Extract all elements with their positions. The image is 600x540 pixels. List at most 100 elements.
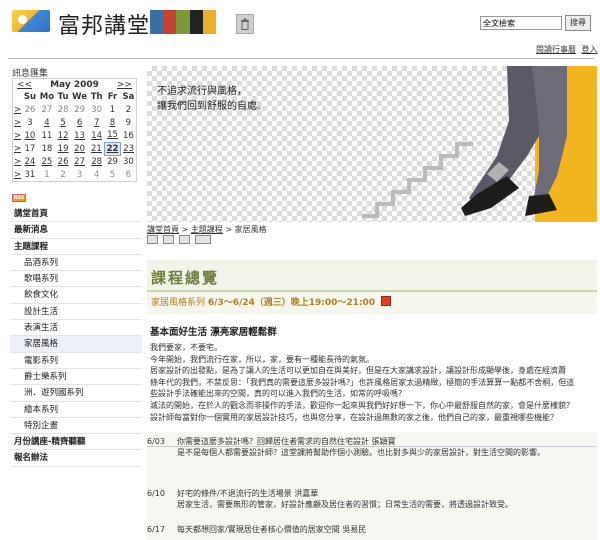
search-input[interactable] [480,16,562,30]
sidebar-item-10[interactable]: 爵士樂系列 [10,369,142,386]
calendar-week-link[interactable]: > [13,155,22,168]
calendar-widget: << May 2009 >> Su Mo Tu We Th Fr Sa >26 27 28 29 3… [12,78,137,182]
calendar-day[interactable]: 9 [121,116,136,129]
calendar-day[interactable]: 21 [89,142,104,155]
sidebar-item-2[interactable]: 主題課程 [10,239,142,255]
calendar-day[interactable]: 31 [22,168,38,181]
sidebar-item-1[interactable]: 最新消息 [10,222,142,239]
calendar-day[interactable]: 6 [121,168,136,181]
course-overview-title: 課程總覽 [147,260,597,292]
calendar-day[interactable]: 20 [70,142,89,155]
calendar-day[interactable]: 1 [104,103,120,116]
calendar-day[interactable]: 16 [121,129,136,142]
calendar-day[interactable]: 5 [56,116,70,129]
sidebar-item-11[interactable]: 洲．遊列國系列 [10,385,142,402]
calendar-week-link[interactable]: > [13,168,22,181]
calendar-week-row: >26 27 28 29 30 1 2 [13,103,136,116]
calendar-weekday: Th [90,92,103,102]
calendar-day[interactable]: 1 [38,168,56,181]
calendar-day[interactable]: 10 [22,129,38,142]
rss-icon[interactable]: RSS [12,194,26,202]
sidebar-item-8[interactable]: 家居風格 [10,336,142,353]
description-line: 些設計手法確能出來的空間，真的可以進入我們的生活，如常的呼吸嗎? [150,389,403,399]
calendar-day[interactable]: 3 [70,168,89,181]
breadcrumb-section-link[interactable]: 主題課程 [191,225,223,234]
series-name[interactable]: 家居風格系列 [151,298,205,308]
sidebar-item-15[interactable]: 報名辦法 [10,450,142,467]
calendar-day[interactable]: 30 [89,103,104,116]
calendar-day[interactable]: 28 [56,103,70,116]
calendar-day[interactable]: 14 [89,129,104,142]
sidebar-item-14[interactable]: 月份講座-精齊聽聽 [10,434,142,451]
calendar-day[interactable]: 19 [56,142,70,155]
calendar-day[interactable]: 29 [70,103,89,116]
calendar-day[interactable]: 24 [22,155,38,168]
calendar-day[interactable]: 18 [38,142,56,155]
share-icon[interactable] [179,235,190,244]
calendar-day[interactable]: 25 [38,155,56,168]
calendar-link[interactable]: 閱讀行事曆 [536,45,576,54]
calendar-day[interactable]: 6 [70,116,89,129]
calendar-day[interactable]: 23 [121,142,136,155]
description-line: 滅法的開始，在於人的觀念而非操作的手法，歡迎你一起來與我們好好想一下，你心中最舒… [150,400,574,410]
calendar-day[interactable]: 13 [70,129,89,142]
sidebar-item-4[interactable]: 歌唱系列 [10,271,142,288]
calendar-next-button[interactable]: >> [117,80,132,90]
calendar-day[interactable]: 22 [103,141,122,156]
sidebar-item-6[interactable]: 設計生活 [10,304,142,321]
calendar-day[interactable]: 26 [22,103,38,116]
brand-art-block [163,10,177,34]
signup-icon[interactable] [380,296,391,306]
sidebar-item-13[interactable]: 特別企畫 [10,418,142,435]
sidebar-item-9[interactable]: 電影系列 [10,353,142,369]
calendar-week-row: >24 25 26 27 28 29 30 [13,155,136,168]
calendar-week-link[interactable]: > [13,142,22,155]
calendar-week-link[interactable]: > [13,129,22,142]
calendar-day[interactable]: 30 [121,155,136,168]
calendar-day[interactable]: 15 [104,129,120,142]
calendar-week-link[interactable]: > [13,116,22,129]
site-brand[interactable]: 富邦講堂 [58,8,150,40]
calendar-day[interactable]: 27 [38,103,56,116]
search-button[interactable]: 搜尋 [565,15,591,31]
description-line: 我們要家，不要宅。 [150,343,222,352]
calendar-day[interactable]: 12 [56,129,70,142]
calendar-day[interactable]: 8 [104,116,120,129]
email-icon[interactable] [163,235,174,244]
sidebar-item-3[interactable]: 品酒系列 [10,255,142,272]
calendar-day[interactable]: 27 [70,155,89,168]
calendar-day[interactable]: 17 [22,142,38,155]
schedule-date: 6/10 [147,489,165,498]
text-size-icon[interactable] [195,235,211,244]
calendar-day[interactable]: 26 [56,155,70,168]
calendar-day[interactable]: 2 [56,168,70,181]
print-icon[interactable] [147,235,158,244]
calendar-day[interactable]: 3 [22,116,38,129]
sidebar-item-7[interactable]: 表演生活 [10,320,142,337]
logo-icon[interactable] [12,10,50,32]
description-line: 居家設計的出發點，是為了讓人的生活可以更加自在與美好，但是在大家講求設計，讓設計… [150,366,566,376]
breadcrumb-home-link[interactable]: 講堂首頁 [147,225,179,234]
calendar-day[interactable]: 28 [89,155,104,168]
calendar-day[interactable]: 2 [121,103,136,116]
calendar-day[interactable]: 4 [89,168,104,181]
calendar-day[interactable]: 7 [89,116,104,129]
calendar-week-link[interactable]: > [13,103,22,116]
schedule-title[interactable]: 好宅的條件/不退流行的生活場景 洪嘉華 [177,488,318,499]
trash-icon[interactable] [236,14,254,34]
calendar-day[interactable]: 4 [38,116,56,129]
schedule-title[interactable]: 每天都想回家/實現居住者核心價值的居家空間 吳易民 [177,524,366,535]
top-links: 閱讀行事曆 登入 [533,44,598,55]
login-link[interactable]: 登入 [582,45,598,54]
sidebar-item-12[interactable]: 繪本系列 [10,402,142,418]
calendar-day[interactable]: 11 [38,129,56,142]
calendar-prev-button[interactable]: << [17,80,32,90]
sidebar-item-5[interactable]: 飲食文化 [10,287,142,304]
calendar-weekday: Su [23,92,37,102]
calendar-day[interactable]: 5 [104,168,120,181]
calendar-day[interactable]: 29 [104,155,120,168]
breadcrumb: 講堂首頁 > 主題課程 > 家居風格 [147,224,267,235]
sidebar-item-0[interactable]: 講堂首頁 [10,206,142,223]
sidebar-menu: 講堂首頁 最新消息 主題課程 品酒系列 歌唱系列 飲食文化 設計生活 表演生活 家居風格 電影系列… [10,206,142,467]
calendar-header: << May 2009 >> [13,79,136,91]
